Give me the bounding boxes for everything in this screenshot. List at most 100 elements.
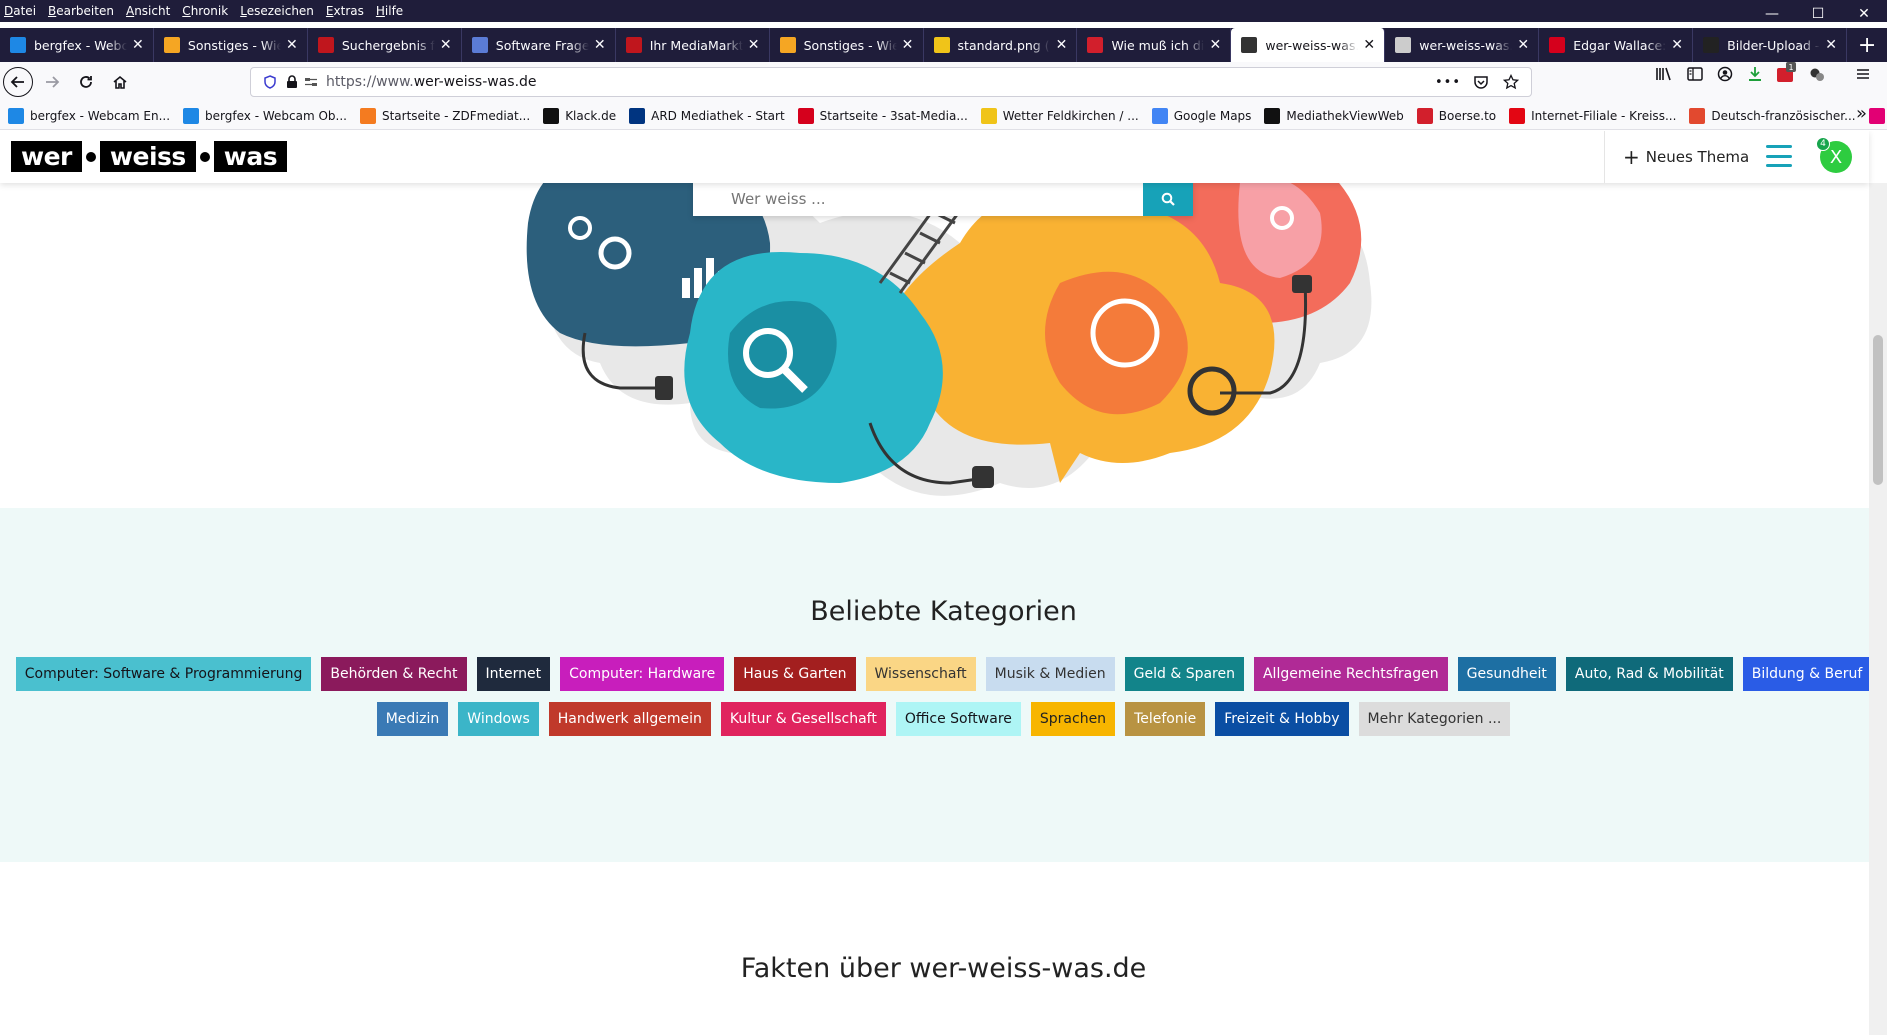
browser-tab[interactable]: Suchergebnis für✕ (308, 28, 462, 62)
category-chip[interactable]: Musik & Medien (985, 657, 1115, 691)
category-chip[interactable]: Bildung & Beruf (1742, 657, 1872, 691)
category-chip[interactable]: Behörden & Recht (321, 657, 467, 691)
category-chip[interactable]: Kultur & Gesellschaft (720, 702, 886, 736)
search-button[interactable] (1143, 183, 1193, 216)
bookmark-item[interactable]: Startseite - ZDFmediat... (359, 107, 530, 124)
browser-tab[interactable]: bergfex - Webcam✕ (0, 28, 154, 62)
tab-close-icon[interactable]: ✕ (1208, 37, 1222, 53)
tab-close-icon[interactable]: ✕ (1362, 37, 1376, 53)
bookmarks-overflow-button[interactable]: » (1856, 103, 1867, 124)
bookmark-item[interactable]: Internet-Filiale - Kreiss... (1509, 107, 1676, 124)
scrollbar-thumb[interactable] (1873, 335, 1883, 485)
new-topic-button[interactable]: + Neues Thema (1604, 131, 1749, 183)
category-chip[interactable]: Haus & Garten (734, 657, 856, 691)
tab-title: wer-weiss-was.de (1265, 37, 1358, 53)
browser-tab[interactable]: wer-weiss-was.de✕ (1385, 28, 1540, 62)
menu-item[interactable]: Bearbeiten (48, 4, 114, 18)
menu-item[interactable]: Datei (4, 4, 36, 18)
url-text[interactable]: https://www.wer-weiss-was.de (326, 74, 537, 90)
category-chip[interactable]: Handwerk allgemein (548, 702, 711, 736)
category-chip[interactable]: Computer: Hardware (560, 657, 725, 691)
tracking-shield-icon[interactable] (263, 75, 277, 89)
category-chip[interactable]: Auto, Rad & Mobilität (1565, 657, 1733, 691)
back-button[interactable] (3, 67, 33, 97)
category-chip[interactable]: Internet (476, 657, 551, 691)
extension-puzzle-icon[interactable] (1809, 66, 1825, 82)
browser-tab[interactable]: Sonstiges - Wie b✕ (770, 28, 924, 62)
tab-close-icon[interactable]: ✕ (131, 37, 145, 53)
tab-title: wer-weiss-was.de (1419, 37, 1512, 53)
permissions-icon[interactable] (304, 75, 318, 89)
library-icon[interactable] (1655, 66, 1673, 82)
bookmark-item[interactable]: bergfex - Webcam Ob... (183, 107, 347, 124)
browser-tab[interactable]: Bilder-Upload - K✕ (1693, 28, 1848, 62)
bookmark-item[interactable]: Klack.de (543, 107, 616, 124)
lock-icon[interactable] (286, 75, 298, 89)
category-chip[interactable]: Telefonie (1125, 702, 1206, 736)
category-chip[interactable]: Wissenschaft (865, 657, 976, 691)
search-input[interactable] (693, 183, 1143, 216)
url-bar[interactable]: https://www.wer-weiss-was.de ••• (250, 67, 1532, 97)
bookmark-item[interactable]: MediathekViewWeb (1264, 107, 1404, 124)
tab-close-icon[interactable]: ✕ (901, 37, 915, 53)
bookmark-star-icon[interactable] (1503, 74, 1519, 90)
tab-close-icon[interactable]: ✕ (1054, 37, 1068, 53)
browser-tab[interactable]: Edgar Wallace: Da✕ (1539, 28, 1694, 62)
category-chip[interactable]: Computer: Software & Programmierung (15, 657, 312, 691)
sidebar-icon[interactable] (1687, 66, 1703, 82)
tab-close-icon[interactable]: ✕ (439, 37, 453, 53)
browser-tab[interactable]: standard.png (PN✕ (924, 28, 1078, 62)
browser-tab[interactable]: Software Frage - V✕ (462, 28, 616, 62)
reload-button[interactable] (70, 66, 102, 98)
new-tab-button[interactable]: + (1847, 28, 1887, 62)
bookmark-item[interactable]: Wetter Feldkirchen / ... (980, 107, 1139, 124)
tab-close-icon[interactable]: ✕ (285, 37, 299, 53)
category-chip[interactable]: Medizin (376, 702, 449, 736)
hamburger-menu-icon[interactable] (1766, 145, 1792, 167)
browser-tab[interactable]: Wie muß ich die F✕ (1077, 28, 1232, 62)
category-chip[interactable]: Gesundheit (1457, 657, 1556, 691)
page-actions-button[interactable]: ••• (1435, 75, 1461, 90)
forward-button[interactable] (36, 66, 68, 98)
notification-badge[interactable]: 4 (1816, 137, 1830, 151)
category-chip[interactable]: Freizeit & Hobby (1215, 702, 1349, 736)
tab-close-icon[interactable]: ✕ (1670, 37, 1684, 53)
menu-item[interactable]: Lesezeichen (240, 4, 314, 18)
category-chip[interactable]: Sprachen (1030, 702, 1116, 736)
bookmark-favicon-icon (8, 107, 24, 124)
maximize-button[interactable]: ☐ (1795, 0, 1841, 28)
menu-item[interactable]: Chronik (182, 4, 228, 18)
bookmark-item[interactable]: Startseite - 3sat-Media... (797, 107, 968, 124)
bookmark-item[interactable]: Google Maps (1151, 107, 1251, 124)
bookmark-item[interactable]: Ferndiagnose | Telekom (1868, 107, 1887, 124)
home-button[interactable] (104, 66, 136, 98)
account-icon[interactable] (1717, 66, 1733, 82)
category-chip[interactable]: Geld & Sparen (1124, 657, 1244, 691)
download-icon[interactable] (1747, 66, 1763, 82)
pocket-icon[interactable] (1473, 74, 1489, 90)
tab-close-icon[interactable]: ✕ (747, 37, 761, 53)
category-chip[interactable]: Office Software (895, 702, 1021, 736)
bookmark-item[interactable]: Boerse.to (1416, 107, 1496, 124)
category-chip[interactable]: Allgemeine Rechtsfragen (1253, 657, 1448, 691)
page-scrollbar[interactable] (1869, 183, 1887, 1035)
menu-item[interactable]: Hilfe (376, 4, 403, 18)
menu-item[interactable]: Ansicht (126, 4, 170, 18)
bookmark-item[interactable]: ARD Mediathek - Start (629, 107, 785, 124)
bookmark-item[interactable]: bergfex - Webcam En... (8, 107, 170, 124)
site-logo[interactable]: wer weiss was (11, 141, 288, 172)
bookmark-item[interactable]: Deutsch-französischer... (1689, 107, 1856, 124)
tab-close-icon[interactable]: ✕ (593, 37, 607, 53)
tab-close-icon[interactable]: ✕ (1824, 37, 1838, 53)
app-menu-icon[interactable] (1855, 66, 1871, 82)
extension-adblock[interactable]: 1 (1777, 62, 1796, 82)
close-window-button[interactable]: ✕ (1841, 0, 1887, 28)
browser-tab[interactable]: Sonstiges - Wie b✕ (154, 28, 308, 62)
menu-item[interactable]: Extras (326, 4, 364, 18)
category-chip[interactable]: Windows (458, 702, 539, 736)
browser-tab-active[interactable]: wer-weiss-was.de✕ (1231, 28, 1386, 62)
tab-close-icon[interactable]: ✕ (1516, 37, 1530, 53)
browser-tab[interactable]: Ihr MediaMarkt M✕ (616, 28, 770, 62)
category-chip[interactable]: Mehr Kategorien ... (1358, 702, 1511, 736)
minimize-button[interactable]: — (1749, 0, 1795, 28)
